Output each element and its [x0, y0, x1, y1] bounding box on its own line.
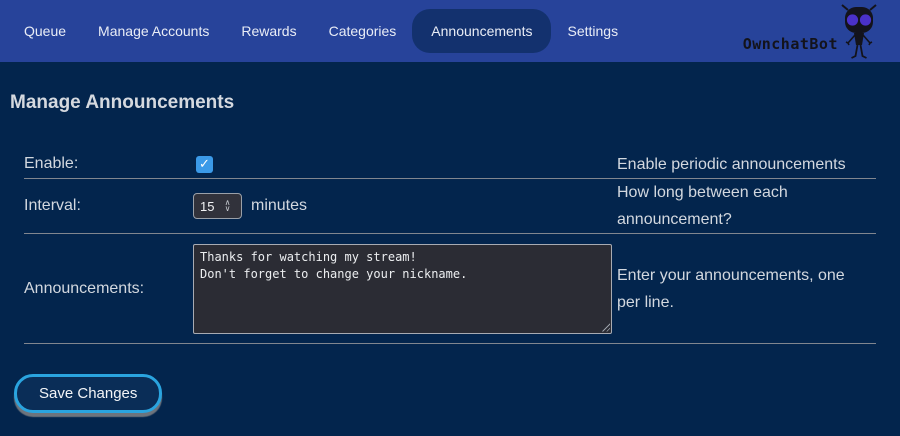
interval-input-wrap: ∧ ∨ [193, 193, 242, 219]
form-row-interval: Interval: ∧ ∨ minutes How long between e… [24, 179, 876, 234]
spinner-down-icon[interactable]: ∨ [225, 206, 231, 212]
nav-item-manage-accounts[interactable]: Manage Accounts [82, 9, 225, 53]
save-changes-button[interactable]: Save Changes [14, 374, 162, 413]
enable-label: Enable: [24, 155, 193, 173]
page-title: Manage Announcements [10, 92, 900, 114]
interval-spinner[interactable]: ∧ ∨ [220, 200, 235, 212]
interval-help-text: How long between each announcement? [617, 179, 876, 233]
logo-text: OwnchatBot [743, 35, 838, 53]
announcements-textarea[interactable]: Thanks for watching my stream! Don't for… [193, 244, 612, 334]
nav-item-settings[interactable]: Settings [551, 9, 634, 53]
robot-mascot-icon [836, 4, 882, 60]
announcements-form: Enable: ✓ Enable periodic announcements … [24, 150, 876, 344]
logo: OwnchatBot [743, 0, 882, 62]
announcements-textarea-wrap: Thanks for watching my stream! Don't for… [193, 244, 612, 334]
interval-label: Interval: [24, 197, 193, 215]
announcements-label: Announcements: [24, 280, 193, 298]
nav-item-categories[interactable]: Categories [313, 9, 413, 53]
enable-checkbox[interactable]: ✓ [196, 156, 213, 173]
enable-help-text: Enable periodic announcements [617, 151, 876, 178]
top-navbar: Queue Manage Accounts Rewards Categories… [0, 0, 900, 62]
interval-suffix-label: minutes [251, 197, 307, 215]
announcements-help-text: Enter your announcements, one per line. [617, 262, 876, 316]
nav-item-queue[interactable]: Queue [8, 9, 82, 53]
form-row-enable: Enable: ✓ Enable periodic announcements [24, 150, 876, 179]
nav-item-announcements[interactable]: Announcements [412, 9, 551, 53]
checkmark-icon: ✓ [199, 158, 210, 171]
interval-input[interactable] [194, 199, 220, 214]
form-row-announcements: Announcements: Thanks for watching my st… [24, 234, 876, 344]
nav-item-rewards[interactable]: Rewards [225, 9, 312, 53]
